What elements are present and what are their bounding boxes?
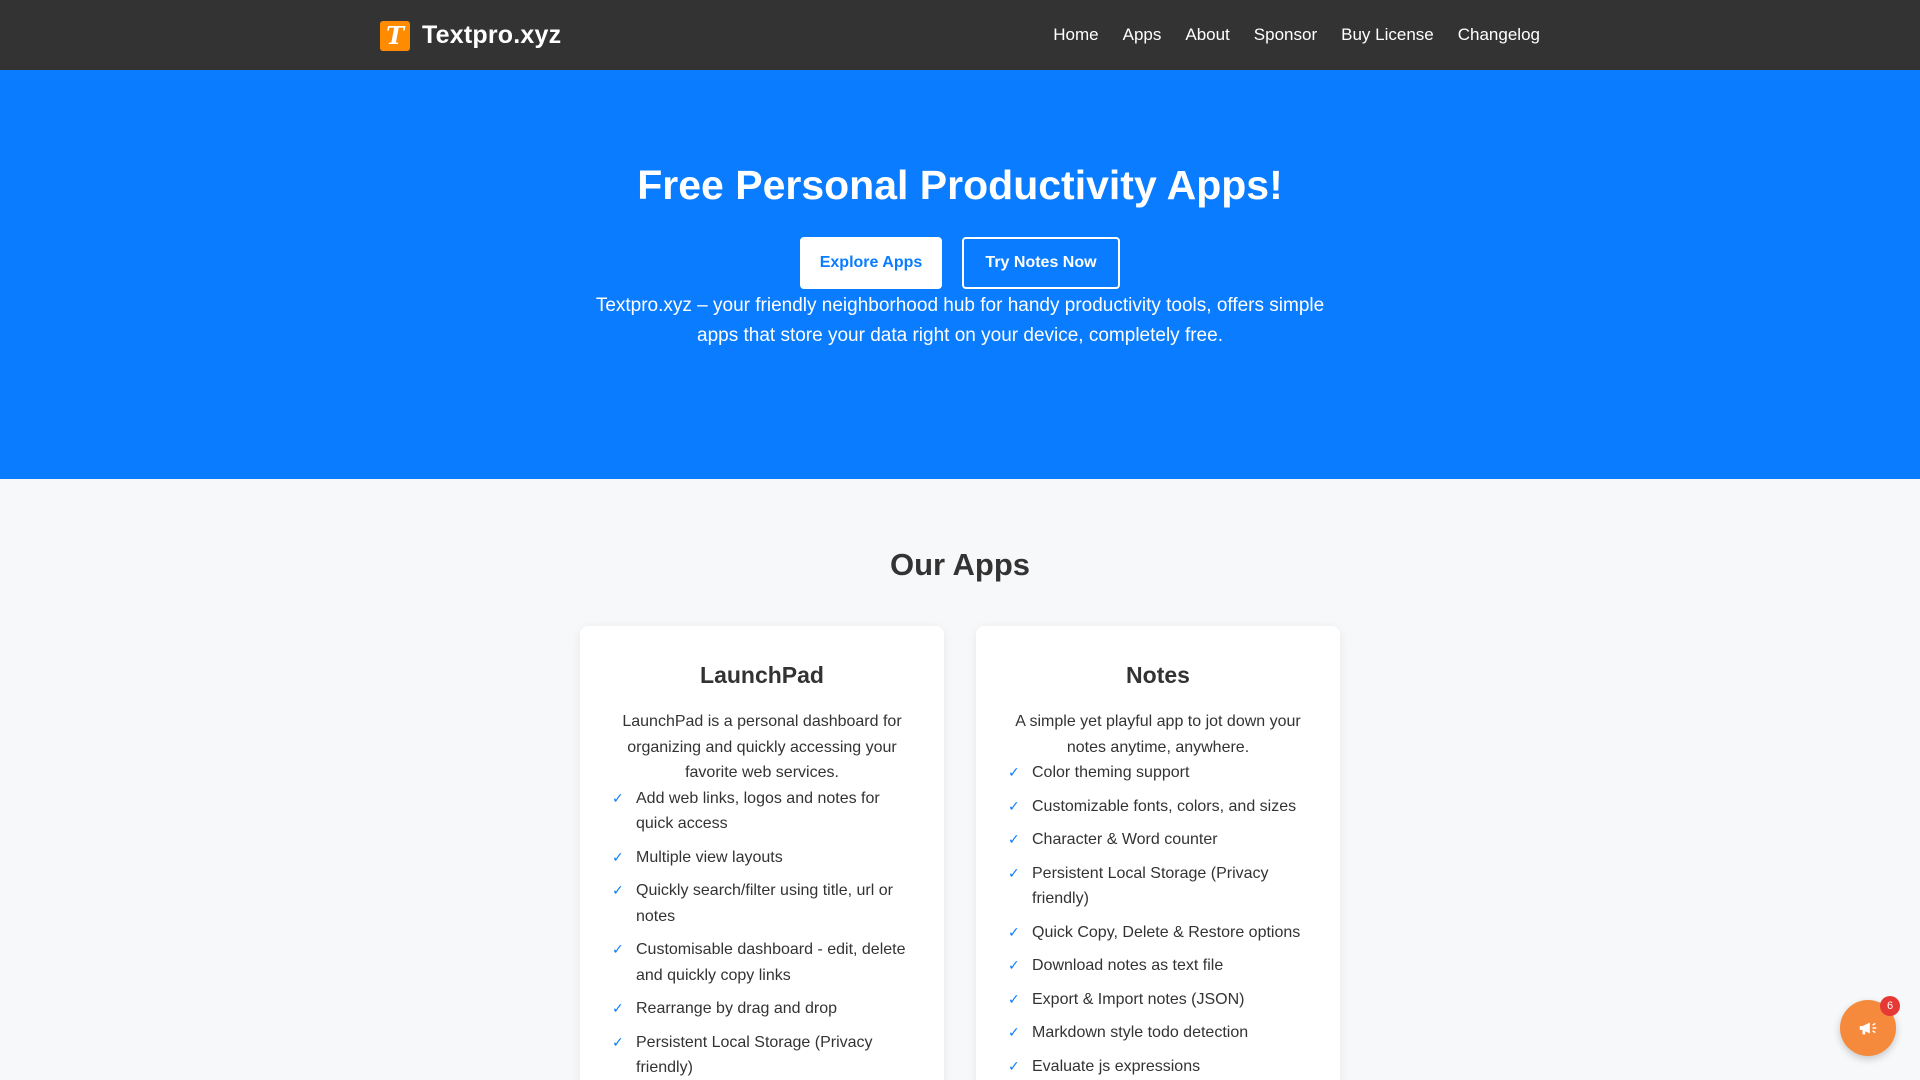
feature-item: ✓ Customisable dashboard - edit, delete a… bbox=[612, 937, 912, 988]
app-card-launchpad: LaunchPad LaunchPad is a personal dashbo… bbox=[580, 626, 944, 1080]
feature-item: ✓ Quickly search/filter using title, url … bbox=[612, 878, 912, 929]
nav-link-about[interactable]: About bbox=[1185, 25, 1229, 45]
hero-section: Free Personal Productivity Apps! Explore… bbox=[0, 70, 1920, 479]
check-icon: ✓ bbox=[1008, 990, 1020, 1007]
check-icon: ✓ bbox=[1008, 831, 1020, 847]
feature-text: Quickly search/filter using title, url o… bbox=[636, 882, 893, 925]
feature-text: Persistent Local Storage (Privacy friend… bbox=[636, 1033, 873, 1077]
feature-text: Multiple view layouts bbox=[636, 848, 783, 866]
feature-item: ✓ Rearrange by drag and drop bbox=[612, 996, 912, 1022]
check-icon: ✓ bbox=[1008, 797, 1020, 814]
feature-text: Rearrange by drag and drop bbox=[636, 1000, 838, 1017]
app-card-notes: Notes A simple yet playful app to jot do… bbox=[976, 626, 1340, 1080]
feature-item: ✓ Quick Copy, Delete & Restore options bbox=[1008, 920, 1308, 946]
top-navbar: T Textpro.xyz Home Apps About Sponsor Bu… bbox=[0, 0, 1920, 70]
brand[interactable]: T Textpro.xyz bbox=[380, 20, 561, 51]
feature-text: Add web links, logos and notes for quick… bbox=[636, 789, 880, 833]
explore-apps-button[interactable]: Explore Apps bbox=[800, 237, 942, 289]
check-icon: ✓ bbox=[612, 941, 624, 957]
brand-logo-icon: T bbox=[380, 20, 410, 51]
feature-list: ✓ Add web links, logos and notes for quic… bbox=[612, 786, 912, 1080]
feature-item: ✓ Persistent Local Storage (Privacy frien… bbox=[612, 1030, 912, 1080]
nav-link-apps[interactable]: Apps bbox=[1123, 25, 1162, 45]
hero-buttons: Explore Apps Try Notes Now bbox=[0, 237, 1920, 289]
feature-text: Color theming support bbox=[1032, 764, 1190, 781]
card-title: LaunchPad bbox=[700, 662, 824, 688]
nav-link-buy-license[interactable]: Buy License bbox=[1341, 25, 1434, 45]
feature-item: ✓ Markdown style todo detection bbox=[1008, 1020, 1308, 1046]
hero-title: Free Personal Productivity Apps! bbox=[637, 162, 1283, 208]
check-icon: ✓ bbox=[1008, 1024, 1020, 1040]
feature-item: ✓ Customizable fonts, colors, and sizes bbox=[1008, 794, 1308, 820]
card-title: Notes bbox=[1126, 662, 1190, 688]
check-icon: ✓ bbox=[1008, 1057, 1020, 1074]
nav-link-sponsor[interactable]: Sponsor bbox=[1254, 25, 1317, 45]
check-icon: ✓ bbox=[612, 789, 624, 806]
check-icon: ✓ bbox=[1008, 764, 1020, 780]
feature-text: Evaluate js expressions bbox=[1032, 1057, 1201, 1075]
feature-text: Quick Copy, Delete & Restore options bbox=[1032, 923, 1301, 941]
check-icon: ✓ bbox=[1008, 957, 1020, 973]
feature-item: ✓ Download notes as text file bbox=[1008, 953, 1308, 979]
feature-text: Customisable dashboard - edit, delete an… bbox=[636, 941, 906, 984]
feature-item: ✓ Evaluate js expressions bbox=[1008, 1054, 1308, 1080]
try-notes-button[interactable]: Try Notes Now bbox=[962, 237, 1120, 289]
feature-text: Export & Import notes (JSON) bbox=[1032, 990, 1245, 1008]
card-description: LaunchPad is a personal dashboard for or… bbox=[622, 713, 902, 781]
check-icon: ✓ bbox=[612, 848, 624, 865]
feature-text: Persistent Local Storage (Privacy friend… bbox=[1032, 864, 1269, 908]
feature-text: Download notes as text file bbox=[1032, 957, 1224, 974]
feature-text: Character & Word counter bbox=[1032, 831, 1218, 848]
check-icon: ✓ bbox=[1008, 923, 1020, 940]
feature-item: ✓ Character & Word counter bbox=[1008, 827, 1308, 853]
brand-name: Textpro.xyz bbox=[422, 21, 562, 49]
check-icon: ✓ bbox=[612, 1033, 624, 1050]
hero-description: Textpro.xyz – your friendly neighborhood… bbox=[595, 295, 1325, 346]
feature-item: ✓ Color theming support bbox=[1008, 760, 1308, 786]
card-description: A simple yet playful app to jot down you… bbox=[1015, 713, 1301, 756]
feature-list: ✓ Color theming support ✓ Customizable fon… bbox=[1008, 760, 1308, 1079]
feature-item: ✓ Multiple view layouts bbox=[612, 845, 912, 871]
apps-section-title: Our Apps bbox=[889, 547, 1031, 582]
notification-badge: 6 bbox=[1880, 996, 1900, 1016]
nav-links: Home Apps About Sponsor Buy License Chan… bbox=[1053, 0, 1540, 70]
nav-link-home[interactable]: Home bbox=[1053, 25, 1098, 45]
feature-item: ✓ Export & Import notes (JSON) bbox=[1008, 987, 1308, 1013]
feature-text: Customizable fonts, colors, and sizes bbox=[1032, 797, 1297, 815]
check-icon: ✓ bbox=[612, 1000, 624, 1016]
check-icon: ✓ bbox=[1008, 864, 1020, 881]
nav-link-changelog[interactable]: Changelog bbox=[1458, 25, 1540, 45]
feature-text: Markdown style todo detection bbox=[1032, 1024, 1249, 1041]
check-icon: ✓ bbox=[612, 882, 624, 898]
megaphone-icon bbox=[1859, 1022, 1877, 1035]
feature-item: ✓ Add web links, logos and notes for quic… bbox=[612, 786, 912, 837]
feature-item: ✓ Persistent Local Storage (Privacy frien… bbox=[1008, 861, 1308, 912]
